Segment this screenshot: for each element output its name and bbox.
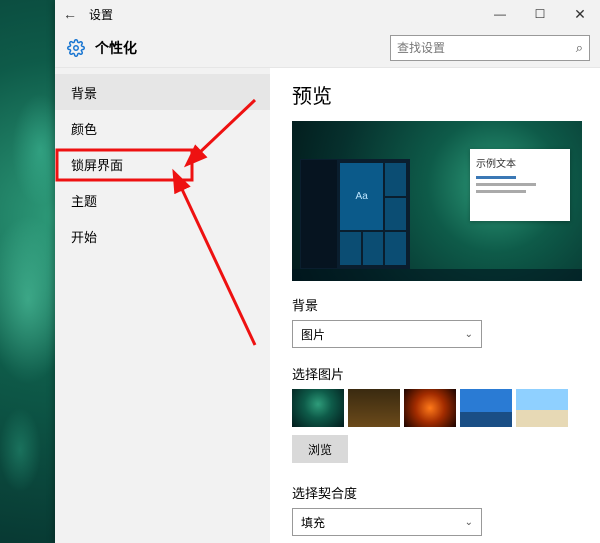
sidebar-item-themes[interactable]: 主题 bbox=[55, 182, 270, 218]
search-input[interactable]: 查找设置 ⌕ bbox=[390, 35, 590, 61]
picture-thumb[interactable] bbox=[516, 389, 568, 427]
titlebar: ← 设置 — ☐ ✕ bbox=[55, 0, 600, 28]
preview-tile: Aa bbox=[340, 163, 383, 230]
chevron-down-icon: ⌄ bbox=[465, 329, 473, 340]
maximize-button[interactable]: ☐ bbox=[520, 0, 560, 28]
page-title: 个性化 bbox=[95, 38, 137, 58]
picture-thumbnails bbox=[292, 389, 582, 427]
sidebar-item-label: 背景 bbox=[71, 83, 97, 102]
picture-thumb[interactable] bbox=[348, 389, 400, 427]
sidebar-item-background[interactable]: 背景 bbox=[55, 74, 270, 110]
gear-icon bbox=[67, 39, 85, 57]
picture-thumb[interactable] bbox=[292, 389, 344, 427]
settings-window: ← 设置 — ☐ ✕ 个性化 查找设置 ⌕ 背景 颜色 锁屏界面 主题 开始 预 bbox=[55, 0, 600, 543]
preview-sample-text: 示例文本 bbox=[476, 159, 516, 170]
picture-thumb[interactable] bbox=[460, 389, 512, 427]
picture-thumb[interactable] bbox=[404, 389, 456, 427]
sidebar-item-label: 开始 bbox=[71, 227, 97, 246]
preview-start-menu: Aa bbox=[300, 159, 410, 269]
sidebar-item-lockscreen[interactable]: 锁屏界面 bbox=[55, 146, 270, 182]
fit-combobox[interactable]: 填充 ⌄ bbox=[292, 508, 482, 536]
search-icon: ⌕ bbox=[576, 40, 583, 56]
back-button[interactable]: ← bbox=[55, 6, 85, 22]
window-title: 设置 bbox=[89, 6, 113, 23]
preview-taskbar bbox=[292, 269, 582, 281]
browse-button[interactable]: 浏览 bbox=[292, 435, 348, 463]
background-combobox[interactable]: 图片 ⌄ bbox=[292, 320, 482, 348]
content-pane: 预览 Aa 示例文本 背景 图片 ⌄ bbox=[270, 68, 600, 543]
sidebar-item-label: 锁屏界面 bbox=[71, 155, 123, 174]
sidebar: 背景 颜色 锁屏界面 主题 开始 bbox=[55, 68, 270, 543]
minimize-button[interactable]: — bbox=[480, 0, 520, 28]
choose-picture-label: 选择图片 bbox=[292, 364, 582, 383]
sidebar-item-label: 主题 bbox=[71, 191, 97, 210]
header-row: 个性化 查找设置 ⌕ bbox=[55, 28, 600, 68]
preview-sample-window: 示例文本 bbox=[470, 149, 570, 221]
preview-heading: 预览 bbox=[292, 80, 582, 109]
close-button[interactable]: ✕ bbox=[560, 0, 600, 28]
sidebar-item-label: 颜色 bbox=[71, 119, 97, 138]
background-value: 图片 bbox=[301, 326, 465, 343]
fit-value: 填充 bbox=[301, 514, 465, 531]
background-label: 背景 bbox=[292, 295, 582, 314]
search-placeholder: 查找设置 bbox=[397, 39, 576, 56]
fit-label: 选择契合度 bbox=[292, 483, 582, 502]
chevron-down-icon: ⌄ bbox=[465, 517, 473, 528]
sidebar-item-colors[interactable]: 颜色 bbox=[55, 110, 270, 146]
sidebar-item-start[interactable]: 开始 bbox=[55, 218, 270, 254]
preview-panel: Aa 示例文本 bbox=[292, 121, 582, 281]
